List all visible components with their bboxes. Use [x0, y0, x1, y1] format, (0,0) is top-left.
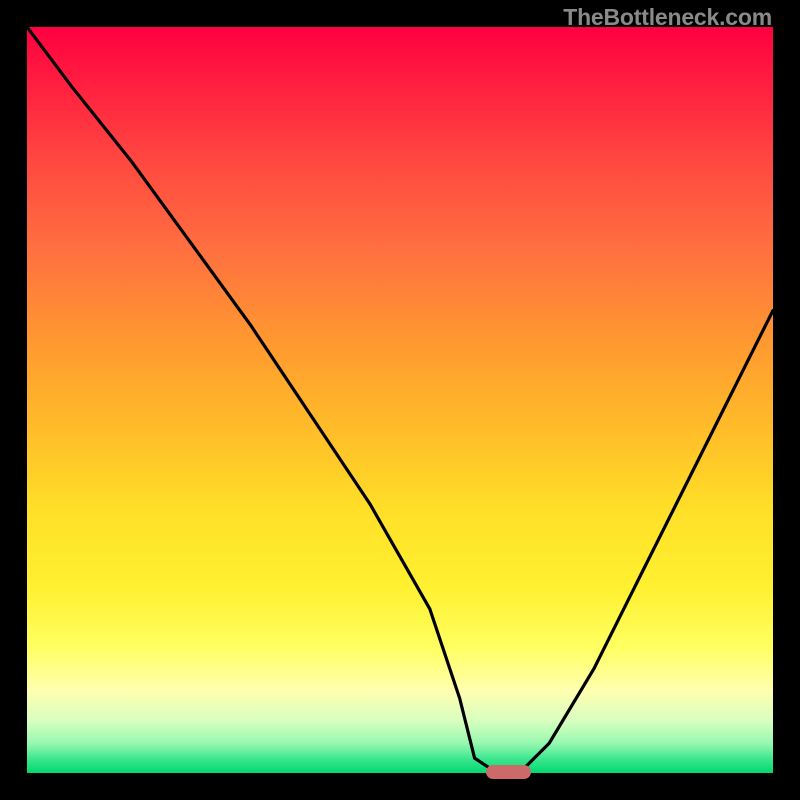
- watermark-text: TheBottleneck.com: [563, 4, 772, 31]
- chart-plot-area: [27, 27, 773, 773]
- optimal-marker: [486, 765, 531, 779]
- chart-frame: TheBottleneck.com: [0, 0, 800, 800]
- bottleneck-curve: [27, 27, 773, 773]
